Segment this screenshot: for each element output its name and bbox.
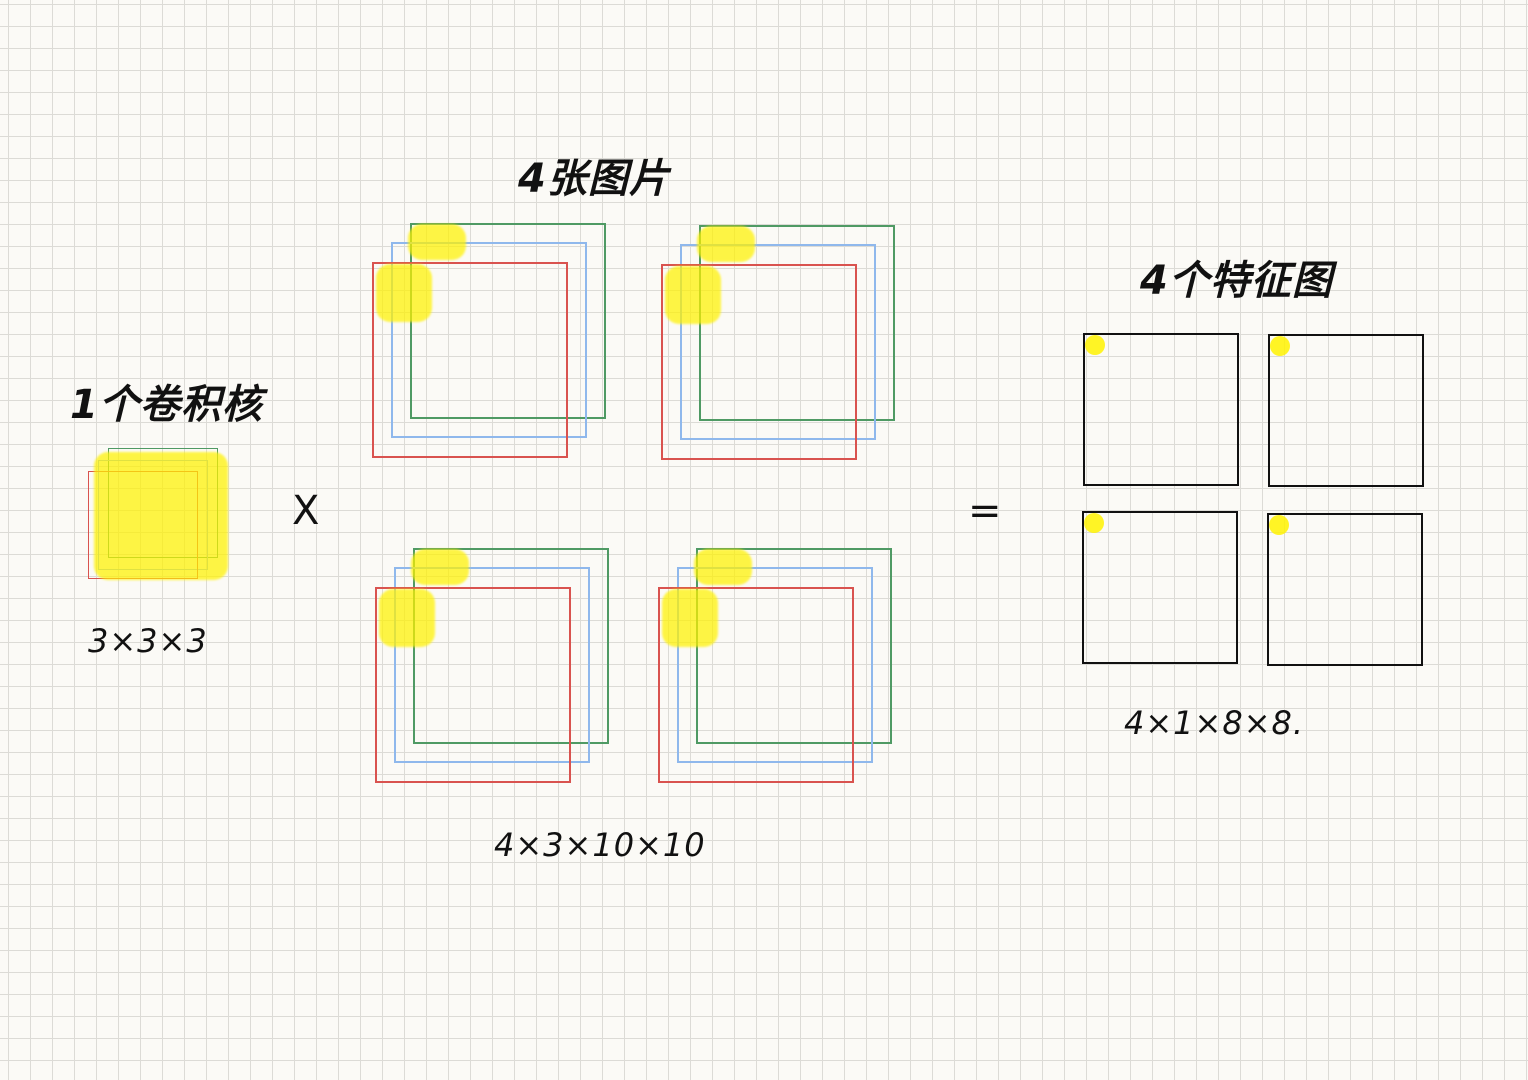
feature-map-4-highlight <box>1269 515 1289 535</box>
feature-map-1 <box>1083 333 1239 486</box>
feature-map-2-highlight <box>1270 336 1290 356</box>
multiply-operator: X <box>292 488 321 534</box>
feature-map-4 <box>1267 513 1423 666</box>
feature-map-2 <box>1268 334 1424 487</box>
kernel-title: 1个卷积核 <box>70 382 263 428</box>
kernel-highlight <box>94 452 228 580</box>
image-4-back-highlight <box>694 549 752 585</box>
feature-map-3-highlight <box>1084 513 1104 533</box>
equals-operator: = <box>968 488 1003 534</box>
image-2-back-highlight <box>697 226 755 262</box>
feature-map-3 <box>1082 511 1238 664</box>
feature-map-1-highlight <box>1085 335 1105 355</box>
kernel-dims: 3×3×3 <box>88 622 208 660</box>
images-title: 4张图片 <box>518 156 670 202</box>
features-dims: 4×1×8×8. <box>1124 704 1305 742</box>
image-2-kernel-highlight <box>665 266 721 324</box>
image-4-kernel-highlight <box>662 589 718 647</box>
image-1-back-highlight <box>408 224 466 260</box>
image-3-kernel-highlight <box>379 589 435 647</box>
image-1-kernel-highlight <box>376 264 432 322</box>
images-dims: 4×3×10×10 <box>494 826 706 864</box>
image-3-back-highlight <box>411 549 469 585</box>
features-title: 4个特征图 <box>1140 258 1333 304</box>
